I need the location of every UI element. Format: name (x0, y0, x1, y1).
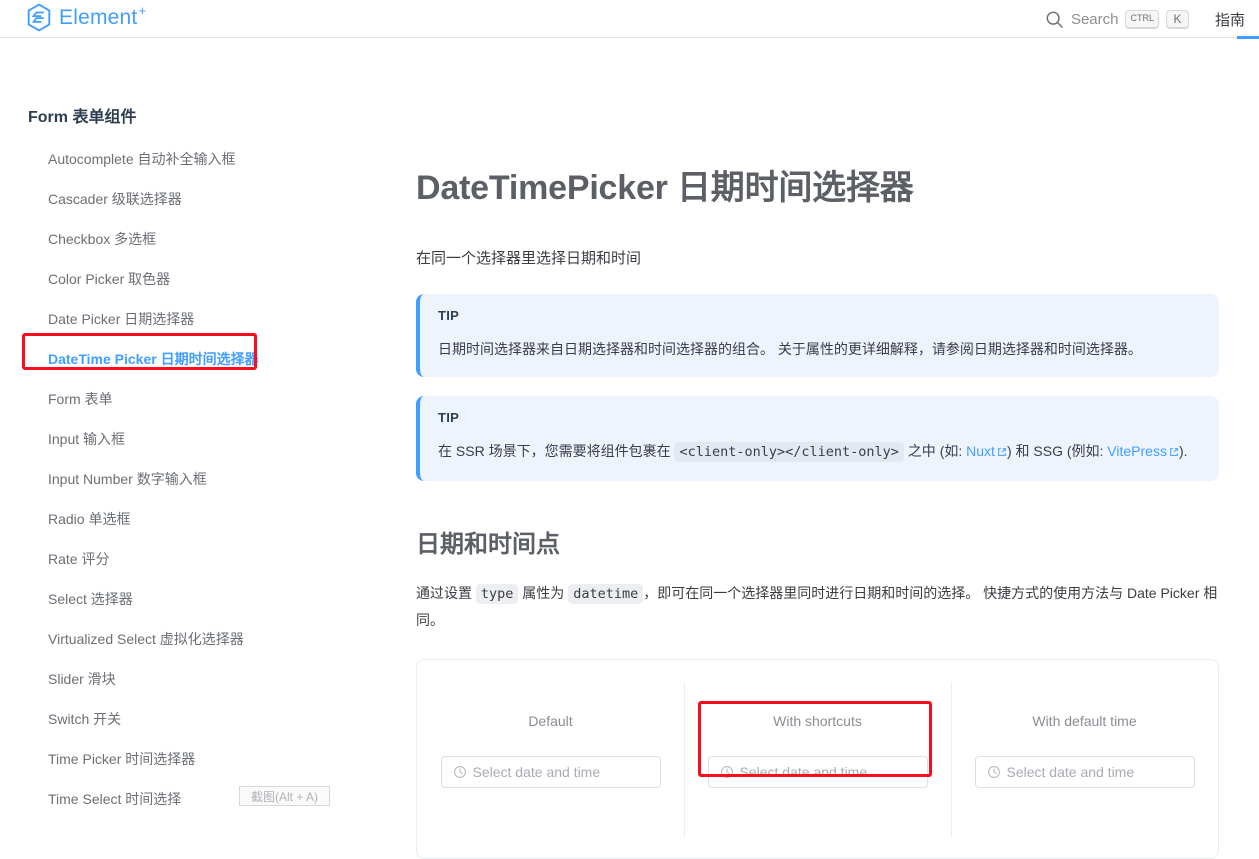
section-title: 日期和时间点 (416, 530, 560, 558)
sidebar-item-label: Virtualized Select 虚拟化选择器 (48, 631, 244, 647)
tip-label: TIP (438, 308, 460, 323)
sidebar-item-label: Input Number 数字输入框 (48, 471, 207, 487)
sidebar-list: Autocomplete 自动补全输入框 Cascader 级联选择器 Checkb… (0, 139, 400, 819)
main-content: DateTimePicker 日期时间选择器 在同一个选择器里选择日期和时间 T… (400, 38, 1259, 859)
search-button[interactable]: Search CTRL K (1045, 9, 1189, 29)
kbd-ctrl: CTRL (1125, 9, 1159, 29)
sidebar-item[interactable]: Time Picker 时间选择器 (0, 739, 400, 779)
sidebar-item[interactable]: Color Picker 取色器 (0, 259, 400, 299)
ssr-text-part-4: ). (1178, 443, 1188, 460)
clock-icon (453, 766, 466, 779)
datetime-picker-input[interactable]: Select date and time (707, 756, 928, 789)
sidebar-item-label: Select 选择器 (48, 591, 133, 607)
sidebar-item[interactable]: Virtualized Select 虚拟化选择器 (0, 619, 400, 659)
sidebar-item[interactable]: Time Select 时间选择 (0, 779, 400, 819)
sidebar-item-label: Autocomplete 自动补全输入框 (48, 151, 236, 167)
tip-text-ssr: 在 SSR 场景下，您需要将组件包裹在 <client-only></clien… (438, 439, 1201, 464)
search-label: Search (1070, 10, 1119, 28)
demo-card: Default Select date and time With shortcut… (416, 659, 1219, 859)
ssr-text-part-3: ) 和 SSG (例如: (1006, 443, 1104, 460)
screenshot-tool-tooltip: 截图(Alt + A) (239, 786, 330, 806)
tip-text: 日期时间选择器来自日期选择器和时间选择器的组合。 关于属性的更详细解释，请参阅日… (438, 341, 1142, 357)
sidebar-item[interactable]: Form 表单 (0, 379, 400, 419)
demo-column-title: Default (528, 713, 573, 730)
sidebar-item[interactable]: Cascader 级联选择器 (0, 179, 400, 219)
datetime-picker-input[interactable]: Select date and time (974, 756, 1195, 789)
code-datetime: datetime (568, 583, 644, 604)
code-type: type (475, 583, 519, 604)
nav-item-guide[interactable]: 指南 (1215, 9, 1245, 30)
sidebar-item[interactable]: Select 选择器 (0, 579, 400, 619)
clock-icon (720, 766, 733, 779)
datetime-picker-input[interactable]: Select date and time (440, 756, 661, 789)
sidebar-item-label: Slider 滑块 (48, 671, 116, 687)
sidebar-item-label: Switch 开关 (48, 711, 122, 727)
page-subtitle: 在同一个选择器里选择日期和时间 (416, 250, 642, 267)
kbd-k: K (1165, 9, 1189, 29)
ssr-text-part-1: 在 SSR 场景下，您需要将组件包裹在 (438, 443, 671, 460)
external-link-icon (1170, 448, 1178, 457)
external-link-icon (998, 448, 1006, 457)
sidebar-item-label: Cascader 级联选择器 (48, 191, 182, 207)
sidebar-item-label: Input 输入框 (48, 431, 126, 447)
datetime-picker-placeholder: Select date and time (472, 764, 601, 781)
demo-column: With shortcuts Select date and time (684, 660, 951, 858)
sidebar-item[interactable]: Rate 评分 (0, 539, 400, 579)
demo-column-title: With shortcuts (773, 713, 862, 730)
demo-column: Default Select date and time (417, 660, 684, 858)
logo-superscript: + (138, 3, 147, 18)
client-only-code: <client-only></client-only> (674, 442, 904, 463)
sidebar-item[interactable]: Date Picker 日期选择器 (0, 299, 400, 339)
sidebar-item[interactable]: Input Number 数字输入框 (0, 459, 400, 499)
app-header: Element + Search CTRL K 指南 (0, 0, 1259, 38)
tip-block-1: TIP 日期时间选择器来自日期选择器和时间选择器的组合。 关于属性的更详细解释，… (416, 294, 1219, 378)
sidebar-item[interactable]: DateTime Picker 日期时间选择器 (0, 339, 400, 379)
vitepress-link-label: VitePress (1107, 443, 1167, 460)
demo-column: With default time Select date and time (951, 660, 1218, 858)
sidebar-item-label: Time Select 时间选择 (48, 791, 182, 807)
element-hexagon-logo-icon (27, 3, 51, 32)
sidebar: Form 表单组件 Autocomplete 自动补全输入框 Cascader 级… (0, 38, 400, 812)
demo-column-title: With default time (1032, 713, 1137, 730)
logo-text: Element (59, 6, 138, 29)
para-part-1: 通过设置 (416, 584, 472, 601)
logo[interactable]: Element + (26, 3, 152, 32)
sidebar-item[interactable]: Autocomplete 自动补全输入框 (0, 139, 400, 179)
sidebar-item[interactable]: Switch 开关 (0, 699, 400, 739)
search-icon (1046, 11, 1063, 28)
sidebar-item[interactable]: Checkbox 多选框 (0, 219, 400, 259)
tip-label: TIP (438, 410, 460, 426)
sidebar-item[interactable]: Radio 单选框 (0, 499, 400, 539)
header-right: Search CTRL K 指南 (1045, 0, 1245, 38)
sidebar-item-label: Checkbox 多选框 (48, 231, 157, 247)
sidebar-item-label: Form 表单 (48, 391, 113, 407)
datetime-picker-placeholder: Select date and time (739, 764, 868, 781)
sidebar-item[interactable]: Input 输入框 (0, 419, 400, 459)
para-part-2: 属性为 (522, 584, 565, 601)
page-title: DateTimePicker 日期时间选择器 (416, 169, 914, 207)
nuxt-link[interactable]: Nuxt (966, 443, 1007, 459)
sidebar-item-label: Color Picker 取色器 (48, 271, 171, 287)
sidebar-item-label: DateTime Picker 日期时间选择器 (48, 351, 259, 367)
sidebar-item-label: Rate 评分 (48, 551, 110, 567)
tip-block-2: TIP 在 SSR 场景下，您需要将组件包裹在 <client-only></c… (416, 396, 1219, 481)
sidebar-item[interactable]: Slider 滑块 (0, 659, 400, 699)
nuxt-link-label: Nuxt (966, 443, 995, 460)
section-paragraph: 通过设置 type 属性为 datetime ，即可在同一个选择器里同时进行日期和… (416, 580, 1219, 634)
datetime-picker-placeholder: Select date and time (1006, 764, 1135, 781)
sidebar-item-label: Date Picker 日期选择器 (48, 311, 195, 327)
sidebar-group-title: Form 表单组件 (28, 109, 137, 126)
sidebar-item-label: Radio 单选框 (48, 511, 131, 527)
ssr-text-part-2: 之中 (如: (907, 443, 963, 460)
clock-icon (987, 766, 1000, 779)
sidebar-item-label: Time Picker 时间选择器 (48, 751, 196, 767)
vitepress-link[interactable]: VitePress (1107, 443, 1179, 459)
